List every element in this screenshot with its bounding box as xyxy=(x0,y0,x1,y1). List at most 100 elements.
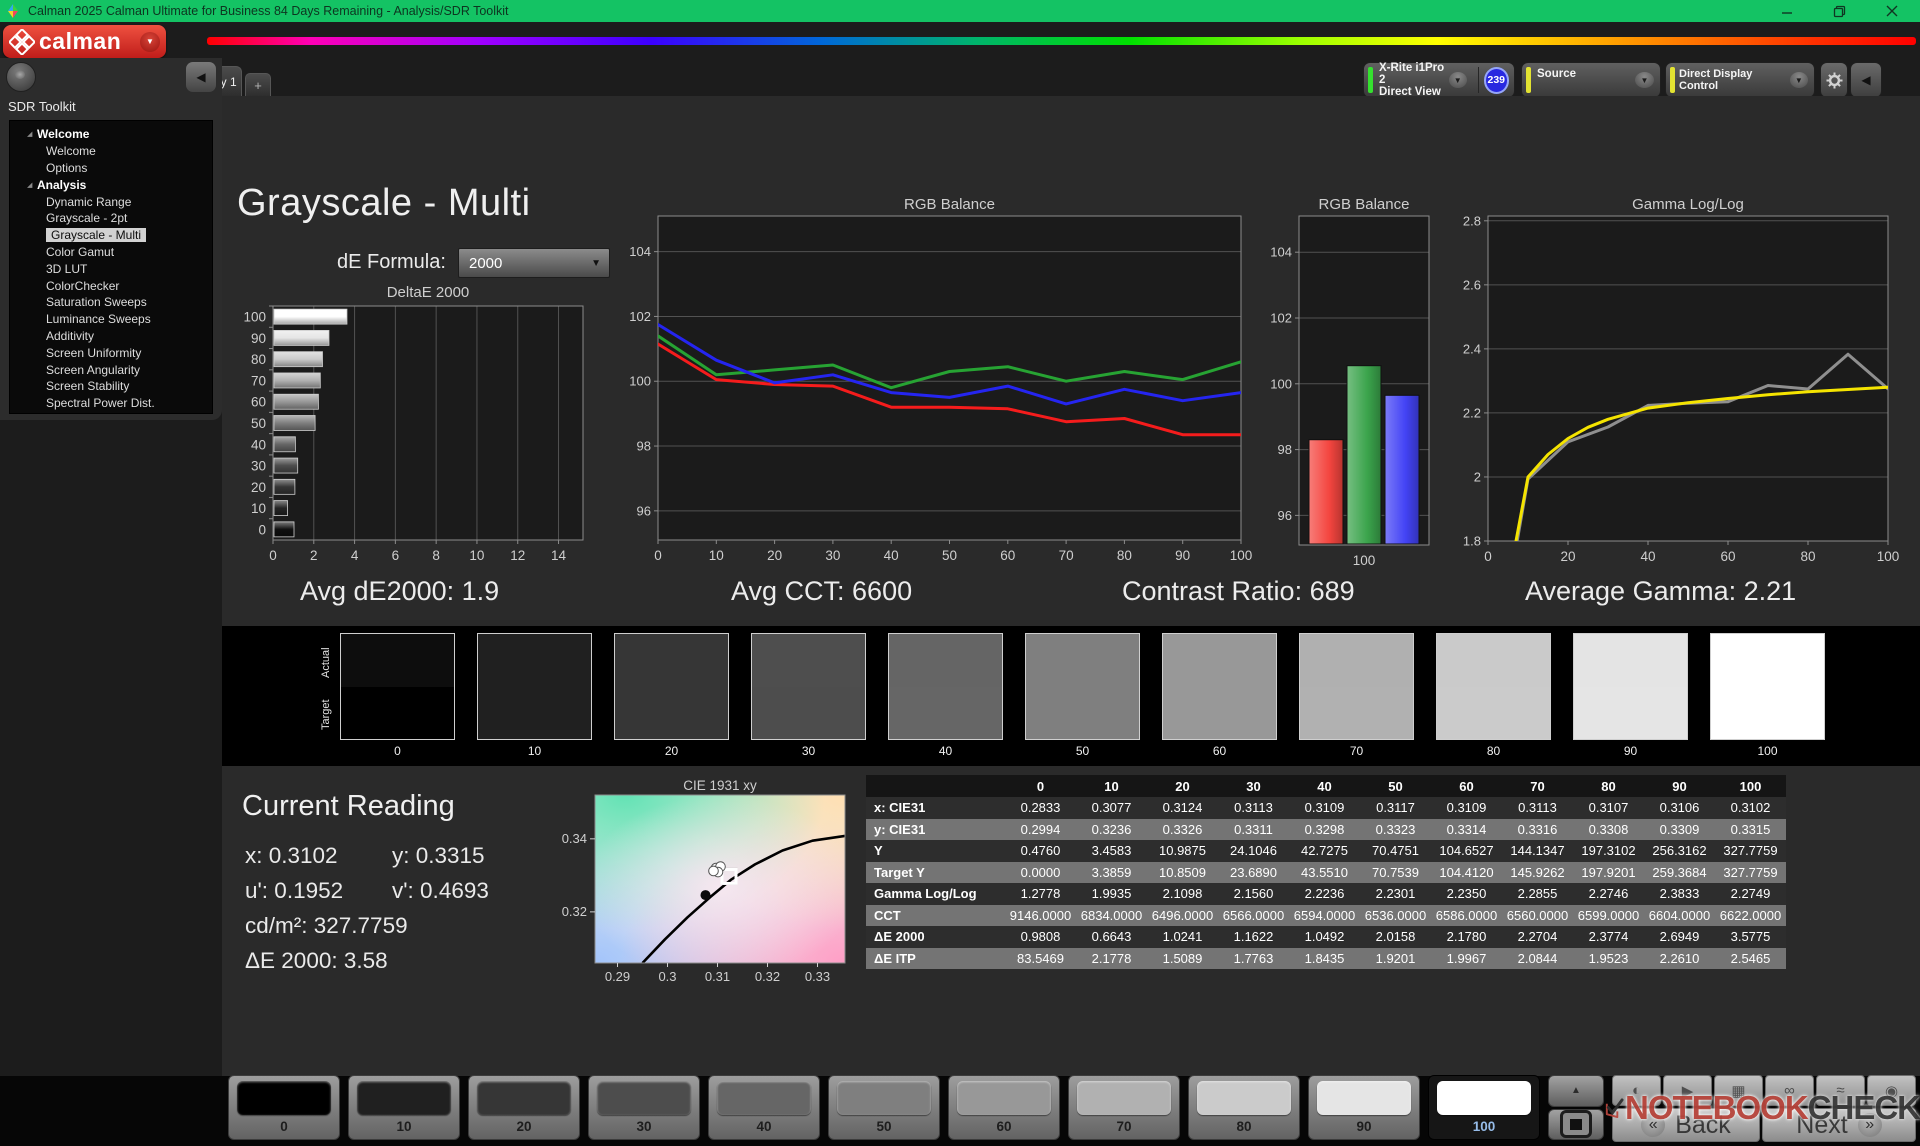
sidebar-item-screen-uniformity[interactable]: Screen Uniformity xyxy=(10,344,212,361)
svg-text:0.31: 0.31 xyxy=(705,969,730,984)
next-button[interactable]: Next » xyxy=(1762,1108,1916,1142)
calman-logo-icon xyxy=(9,29,35,55)
sidebar-item-grayscale-multi[interactable]: Grayscale - Multi xyxy=(10,227,212,244)
next-chevron-icon: » xyxy=(1858,1113,1882,1137)
minimize-button[interactable] xyxy=(1765,0,1809,22)
collapse-panel-button[interactable]: ◀ xyxy=(1850,62,1882,98)
close-icon xyxy=(1886,5,1898,17)
sidebar-item-3d-lut[interactable]: 3D LUT xyxy=(10,260,212,277)
de-formula-select[interactable]: 2000 ▼ xyxy=(458,248,610,278)
svg-text:14: 14 xyxy=(551,548,567,563)
swatch-label: 60 xyxy=(1162,744,1277,758)
swatch-actual xyxy=(1163,634,1276,687)
sidebar-item-label: Color Gamut xyxy=(46,245,114,259)
tree-section-welcome[interactable]: ◢Welcome xyxy=(10,126,212,143)
swatch-actual xyxy=(752,634,865,687)
swatch-label: 50 xyxy=(1025,744,1140,758)
back-button[interactable]: « Back xyxy=(1612,1108,1760,1142)
source-dropdown-icon[interactable]: ▼ xyxy=(1635,72,1654,88)
sidebar-item-options[interactable]: Options xyxy=(10,160,212,177)
meter-count-badge[interactable]: 239 xyxy=(1484,67,1509,94)
display-control-dropdown-icon[interactable]: ▼ xyxy=(1790,72,1808,88)
sidebar-item-welcome[interactable]: Welcome xyxy=(10,143,212,160)
svg-text:100: 100 xyxy=(1877,549,1900,564)
pattern-swatch xyxy=(357,1081,451,1115)
calman-menu-button[interactable]: calman ▼ xyxy=(3,25,166,58)
sidebar-collapse-button[interactable]: ◀ xyxy=(186,62,216,92)
add-tab-button[interactable]: + xyxy=(245,73,271,96)
wave-button[interactable]: ≈ xyxy=(1816,1075,1865,1106)
sidebar-item-label: Options xyxy=(46,161,87,175)
svg-text:100: 100 xyxy=(1353,553,1376,568)
save-button[interactable]: ▦ xyxy=(1714,1075,1763,1106)
svg-text:20: 20 xyxy=(767,548,782,563)
stat-avg-de2000: Avg dE2000: 1.9 xyxy=(300,576,499,607)
calman-window: Calman 2025 Calman Ultimate for Business… xyxy=(0,0,1920,1146)
pattern-level-buttons: 0102030405060 70 8090100 xyxy=(228,1075,1540,1140)
table-cell: 0.0000 xyxy=(1005,862,1076,884)
pattern-button-40[interactable]: 40 xyxy=(708,1075,820,1140)
table-cell: 23.6890 xyxy=(1218,862,1289,884)
workflow-title: SDR Toolkit xyxy=(8,99,76,114)
sidebar-item-luminance-sweeps[interactable]: Luminance Sweeps xyxy=(10,311,212,328)
pattern-button-20[interactable]: 20 xyxy=(468,1075,580,1140)
swatch-target xyxy=(1574,687,1687,740)
sidebar-item-saturation-sweeps[interactable]: Saturation Sweeps xyxy=(10,294,212,311)
session-indicator-button[interactable] xyxy=(6,62,36,92)
pattern-button-100[interactable]: 100 xyxy=(1428,1075,1540,1140)
pattern-button-90[interactable]: 90 xyxy=(1308,1075,1420,1140)
display-control-selector[interactable]: Direct Display Control ▼ xyxy=(1665,62,1815,98)
sidebar-item-dynamic-range[interactable]: Dynamic Range xyxy=(10,193,212,210)
pattern-window-icon xyxy=(1560,1110,1592,1138)
settings-button[interactable] xyxy=(1820,62,1848,98)
svg-text:104: 104 xyxy=(629,244,651,259)
pattern-button-30[interactable]: 30 xyxy=(588,1075,700,1140)
sidebar-item-grayscale-2pt[interactable]: Grayscale - 2pt xyxy=(10,210,212,227)
pattern-button-80[interactable]: 80 xyxy=(1188,1075,1300,1140)
meter-selector[interactable]: X-Rite i1Pro 2Direct View ▼ 239 xyxy=(1363,62,1515,98)
pattern-swatch xyxy=(1317,1081,1411,1115)
table-cell: 1.9201 xyxy=(1360,948,1431,970)
table-cell: 1.5089 xyxy=(1147,948,1218,970)
pattern-window-expand-button[interactable]: ▲ xyxy=(1548,1075,1604,1107)
pattern-window-button[interactable] xyxy=(1548,1109,1604,1141)
pattern-button-10[interactable]: 10 xyxy=(348,1075,460,1140)
logo-dropdown-arrow-icon[interactable]: ▼ xyxy=(140,32,160,52)
up-arrow-icon: ▲ xyxy=(1571,1085,1581,1096)
pattern-button-70[interactable]: 70 xyxy=(1068,1075,1180,1140)
table-cell: 0.2994 xyxy=(1005,819,1076,841)
table-cell: 0.3326 xyxy=(1147,819,1218,841)
sidebar-item-colorchecker[interactable]: ColorChecker xyxy=(10,277,212,294)
svg-text:60: 60 xyxy=(1000,548,1015,563)
svg-text:2.6: 2.6 xyxy=(1463,277,1481,292)
play-button[interactable]: ▶ xyxy=(1663,1075,1712,1106)
loop-button[interactable]: ∞ xyxy=(1765,1075,1814,1106)
table-cell: 6622.0000 xyxy=(1715,905,1786,927)
meter-button[interactable]: ◐ xyxy=(1612,1075,1661,1106)
sidebar-item-screen-stability[interactable]: Screen Stability xyxy=(10,378,212,395)
sidebar-item-color-gamut[interactable]: Color Gamut xyxy=(10,244,212,261)
table-row-target-y: Target Y0.00003.385910.850923.689043.551… xyxy=(866,862,1786,884)
maximize-button[interactable] xyxy=(1817,0,1861,22)
swatch-box xyxy=(1710,633,1825,740)
pattern-button-0[interactable]: 0 xyxy=(228,1075,340,1140)
app-diamond-icon xyxy=(6,4,20,18)
close-button[interactable] xyxy=(1870,0,1914,22)
source-selector[interactable]: Source ▼ xyxy=(1521,62,1661,98)
sidebar-item-additivity[interactable]: Additivity xyxy=(10,328,212,345)
pattern-button-60[interactable]: 60 xyxy=(948,1075,1060,1140)
tree-section-label: Analysis xyxy=(37,178,86,192)
pattern-label: 70 xyxy=(1069,1119,1179,1134)
reading-value: ΔE 2000: 3.58 xyxy=(245,948,388,974)
target-button[interactable]: ◉ xyxy=(1867,1075,1916,1106)
sidebar-item-spectral-power-dist[interactable]: Spectral Power Dist. xyxy=(10,395,212,412)
tree-section-analysis[interactable]: ◢Analysis xyxy=(10,176,212,193)
pattern-button-50[interactable]: 50 xyxy=(828,1075,940,1140)
grayscale-swatch-strip: 0102030405060708090100 xyxy=(340,633,1825,758)
svg-text:20: 20 xyxy=(1560,549,1575,564)
sidebar-item-screen-angularity[interactable]: Screen Angularity xyxy=(10,361,212,378)
wave-icon: ≈ xyxy=(1836,1082,1844,1099)
meter-dropdown-icon[interactable]: ▼ xyxy=(1449,72,1467,88)
table-cell: 2.2749 xyxy=(1715,883,1786,905)
display-control-label: Direct Display Control xyxy=(1679,68,1790,92)
